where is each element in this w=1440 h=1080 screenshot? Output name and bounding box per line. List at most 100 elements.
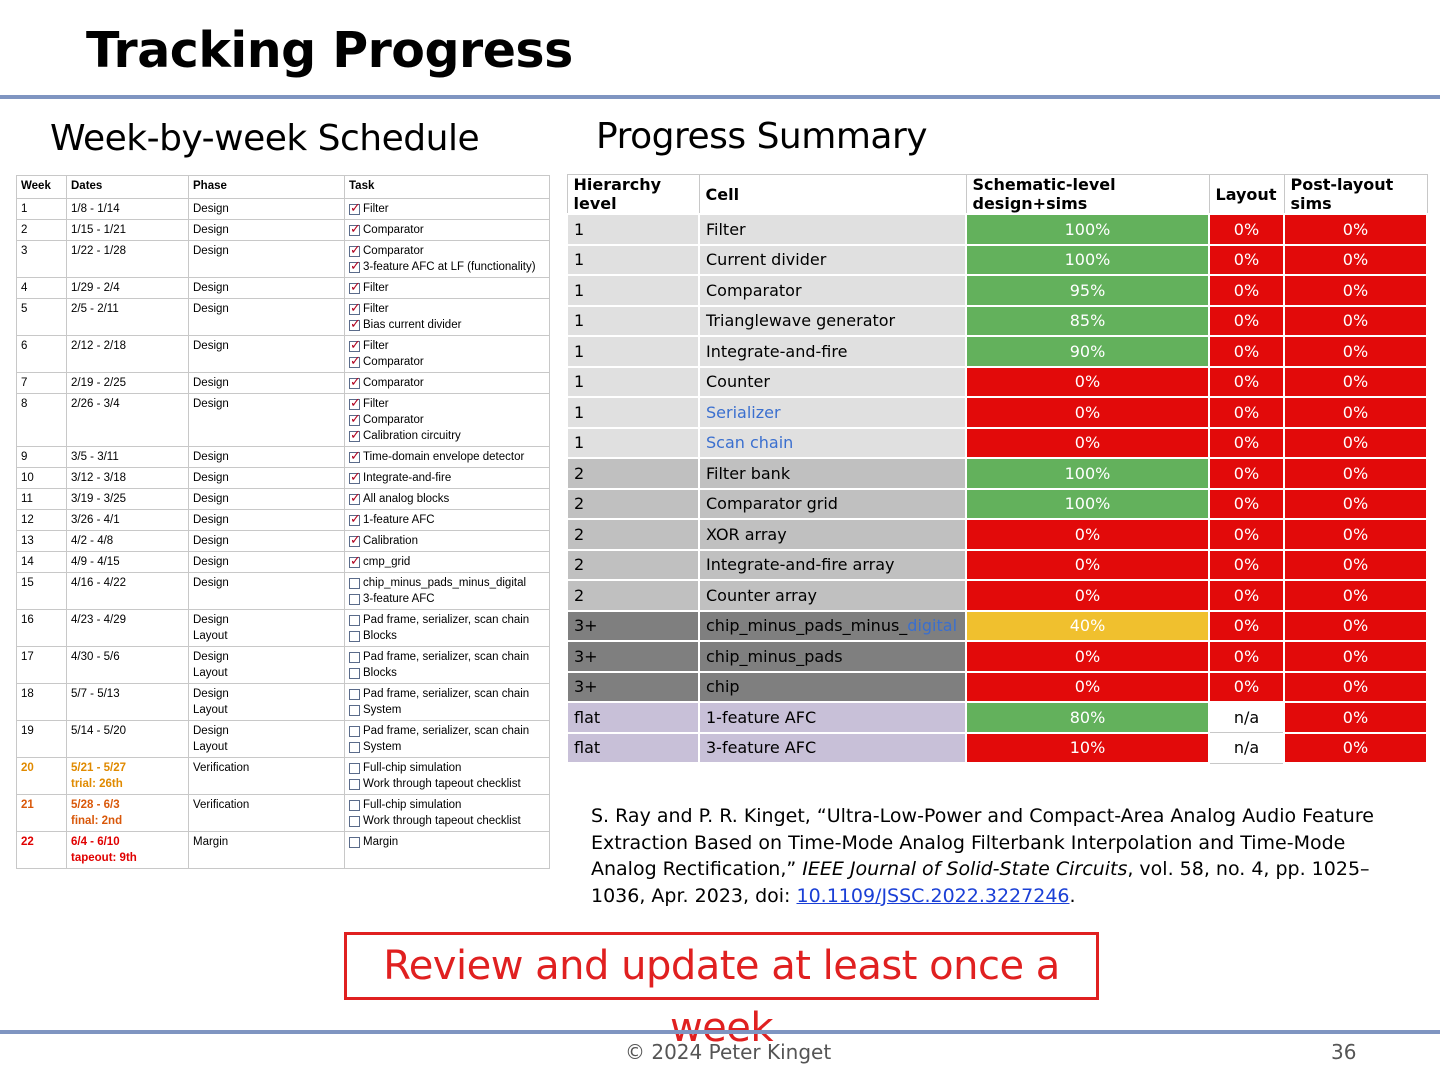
schematic-progress: 40% bbox=[965, 609, 1210, 642]
checkbox[interactable] bbox=[349, 375, 361, 391]
progress-row: 1 Counter 0% 0% 0% bbox=[566, 365, 1428, 398]
checkbox[interactable] bbox=[349, 799, 360, 811]
milestone-note: trial: 26th bbox=[71, 778, 123, 790]
checkbox[interactable] bbox=[349, 317, 361, 333]
checkbox[interactable] bbox=[349, 412, 361, 428]
cell-name-cell: Serializer bbox=[698, 396, 967, 429]
progress-row: flat 1-feature AFC 80% n/a 0% bbox=[566, 701, 1428, 734]
checkbox[interactable] bbox=[349, 667, 360, 679]
cell-name: chip_minus_pads_minus_ bbox=[706, 616, 908, 636]
hierarchy-cell: 3+ bbox=[566, 670, 700, 703]
cell-name-cell: Counter array bbox=[698, 579, 967, 612]
schedule-row: 21 5/28 - 6/3 final: 2nd Verification Full-c… bbox=[16, 794, 550, 832]
phase-text: Design bbox=[193, 577, 229, 589]
task-label: Integrate-and-fire bbox=[363, 472, 452, 484]
layout-progress: 0% bbox=[1208, 243, 1285, 276]
task-label: Pad frame, serializer, scan chain bbox=[363, 688, 530, 700]
checkbox[interactable] bbox=[349, 815, 360, 827]
checkbox[interactable] bbox=[349, 470, 361, 486]
schedule-row: 8 2/26 - 3/4 Design Filter Comparator Calibra… bbox=[16, 393, 550, 447]
checkbox[interactable] bbox=[349, 428, 361, 444]
phase-cell: Verification bbox=[188, 794, 345, 832]
task-cell: Comparator bbox=[344, 219, 550, 241]
task-label: cmp_grid bbox=[363, 556, 411, 568]
schematic-progress: 100% bbox=[965, 487, 1210, 520]
hierarchy-cell: 1 bbox=[566, 213, 700, 246]
checkbox[interactable] bbox=[349, 593, 360, 605]
cell-name: Integrate-and-fire bbox=[706, 341, 848, 361]
schedule-row: 13 4/2 - 4/8 Design Calibration bbox=[16, 530, 550, 552]
week-cell: 9 bbox=[16, 446, 67, 468]
checkbox[interactable] bbox=[349, 201, 361, 217]
post-layout-progress: 0% bbox=[1283, 304, 1428, 337]
dates-cell: 1/15 - 1/21 bbox=[66, 219, 189, 241]
citation: S. Ray and P. R. Kinget, “Ultra-Low-Powe… bbox=[591, 803, 1411, 909]
schematic-progress: 85% bbox=[965, 304, 1210, 337]
phase-text: Design bbox=[193, 514, 229, 526]
post-layout-progress: 0% bbox=[1283, 487, 1428, 520]
task-item: Time-domain envelope detector bbox=[349, 449, 545, 465]
dates-text: 1/22 - 1/28 bbox=[71, 245, 126, 257]
schedule-row: 9 3/5 - 3/11 Design Time-domain envelope de… bbox=[16, 446, 550, 468]
checkbox[interactable] bbox=[349, 259, 361, 275]
phase-text: Layout bbox=[193, 704, 228, 716]
dates-text: 5/7 - 5/13 bbox=[71, 688, 120, 700]
checkbox[interactable] bbox=[349, 222, 361, 238]
checkbox[interactable] bbox=[349, 338, 361, 354]
task-cell: Filter Comparator bbox=[344, 335, 550, 373]
checkbox[interactable] bbox=[349, 533, 361, 549]
checkbox[interactable] bbox=[349, 778, 360, 790]
schedule-row: 15 4/16 - 4/22 Design chip_minus_pads_minus… bbox=[16, 572, 550, 610]
task-cell: Calibration bbox=[344, 530, 550, 552]
layout-progress: 0% bbox=[1208, 579, 1285, 612]
task-item: Comparator bbox=[349, 243, 545, 259]
cell-name: Integrate-and-fire array bbox=[706, 555, 895, 575]
dates-cell: 3/12 - 3/18 bbox=[66, 467, 189, 489]
checkbox[interactable] bbox=[349, 630, 360, 642]
task-label: Pad frame, serializer, scan chain bbox=[363, 614, 530, 626]
hierarchy-cell: 3+ bbox=[566, 609, 700, 642]
progress-row: 1 Current divider 100% 0% 0% bbox=[566, 243, 1428, 276]
checkbox[interactable] bbox=[349, 280, 361, 296]
dates-cell: 3/26 - 4/1 bbox=[66, 509, 189, 531]
layout-progress: 0% bbox=[1208, 274, 1285, 307]
task-cell: Pad frame, serializer, scan chain System bbox=[344, 683, 550, 721]
checkbox[interactable] bbox=[349, 577, 360, 589]
cell-name-cell: Filter bbox=[698, 213, 967, 246]
checkbox[interactable] bbox=[349, 243, 361, 259]
phase-cell: Design bbox=[188, 393, 345, 447]
task-item: 3-feature AFC bbox=[349, 591, 545, 607]
checkbox[interactable] bbox=[349, 836, 360, 848]
task-label: System bbox=[363, 741, 402, 753]
checkbox[interactable] bbox=[349, 554, 361, 570]
schematic-progress: 100% bbox=[965, 457, 1210, 490]
week-cell: 2 bbox=[16, 219, 67, 241]
checkbox[interactable] bbox=[349, 651, 360, 663]
checkbox[interactable] bbox=[349, 301, 361, 317]
schedule-row: 6 2/12 - 2/18 Design Filter Comparator bbox=[16, 335, 550, 373]
checkbox[interactable] bbox=[349, 688, 360, 700]
schematic-progress: 95% bbox=[965, 274, 1210, 307]
checkbox[interactable] bbox=[349, 512, 361, 528]
cell-name: Scan chain bbox=[706, 433, 794, 453]
checkbox[interactable] bbox=[349, 704, 360, 716]
checkbox[interactable] bbox=[349, 491, 361, 507]
checkbox[interactable] bbox=[349, 449, 361, 465]
dates-text: 4/16 - 4/22 bbox=[71, 577, 126, 589]
layout-progress: n/a bbox=[1208, 701, 1285, 733]
checkbox[interactable] bbox=[349, 725, 360, 737]
phase-text: Design bbox=[193, 203, 229, 215]
cell-name: Serializer bbox=[706, 402, 781, 422]
task-item: Pad frame, serializer, scan chain bbox=[349, 649, 545, 665]
post-layout-progress: 0% bbox=[1283, 243, 1428, 276]
checkbox[interactable] bbox=[349, 762, 360, 774]
phase-cell: Verification bbox=[188, 757, 345, 795]
checkbox[interactable] bbox=[349, 741, 360, 753]
task-cell: Time-domain envelope detector bbox=[344, 446, 550, 468]
checkbox[interactable] bbox=[349, 354, 361, 370]
checkbox[interactable] bbox=[349, 614, 360, 626]
task-item: Comparator bbox=[349, 222, 545, 238]
checkbox[interactable] bbox=[349, 396, 361, 412]
cell-name: Filter bank bbox=[706, 463, 791, 483]
doi-link[interactable]: 10.1109/JSSC.2022.3227246 bbox=[796, 885, 1069, 907]
